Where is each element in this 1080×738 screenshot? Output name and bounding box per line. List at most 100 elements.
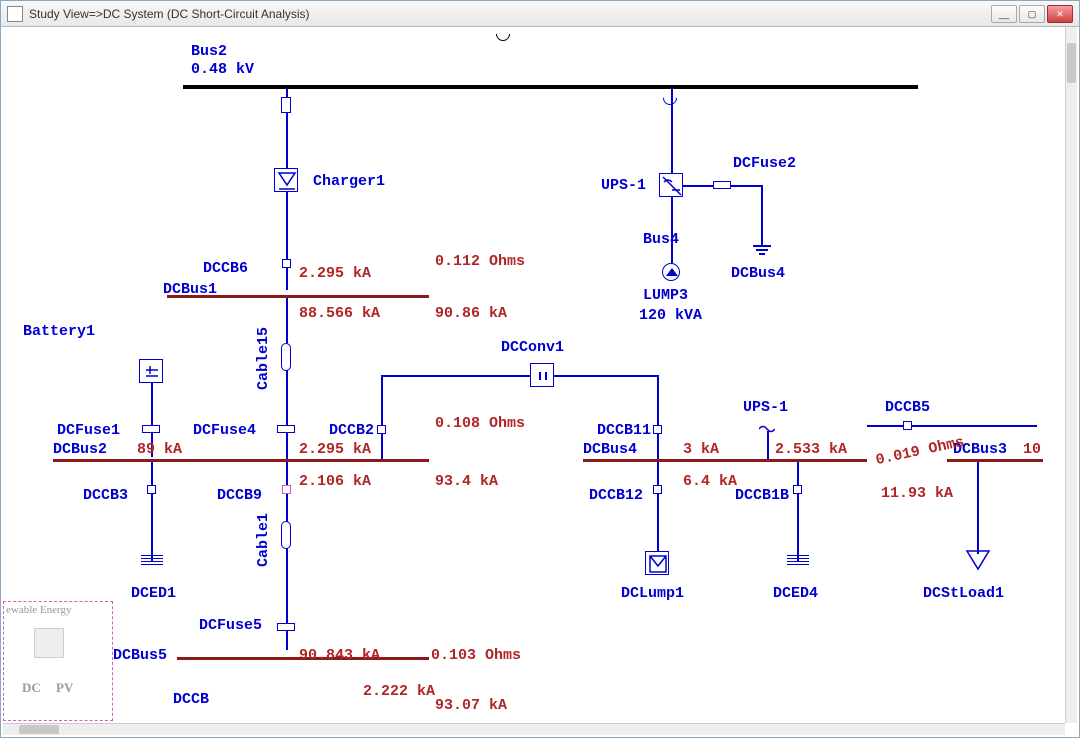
load-stack-icon[interactable] bbox=[787, 555, 809, 567]
wire bbox=[657, 462, 659, 562]
palette-panel-icon[interactable] bbox=[34, 628, 64, 658]
res-r10: 3 kA bbox=[683, 441, 719, 458]
dccb11-label: DCCB11 bbox=[597, 422, 651, 439]
window-title: Study View=>DC System (DC Short-Circuit … bbox=[29, 7, 310, 21]
fuse-icon[interactable] bbox=[713, 181, 731, 189]
dcconv-icon[interactable] bbox=[530, 363, 554, 387]
ups-icon[interactable] bbox=[659, 173, 683, 197]
res-r13: 0.019 Ohms bbox=[874, 434, 966, 469]
dced1-label: DCED1 bbox=[131, 585, 176, 602]
breaker-icon[interactable] bbox=[903, 421, 912, 430]
charger1-label: Charger1 bbox=[313, 173, 385, 190]
breaker-icon[interactable] bbox=[282, 259, 291, 268]
palette-pv[interactable]: PV bbox=[56, 680, 73, 696]
res-r4: 90.86 kA bbox=[435, 305, 507, 322]
minimize-button[interactable]: __ bbox=[991, 5, 1017, 23]
breaker-icon[interactable] bbox=[793, 485, 802, 494]
res-r15: 10 bbox=[1023, 441, 1041, 458]
dccb6-label: DCCB6 bbox=[203, 260, 248, 277]
ups-symbol-icon bbox=[660, 174, 684, 198]
palette-dc[interactable]: DC bbox=[22, 680, 41, 696]
dccb9-label: DCCB9 bbox=[217, 487, 262, 504]
dcstload1-label: DCStLoad1 bbox=[923, 585, 1004, 602]
rectifier-icon bbox=[275, 169, 299, 193]
fuse-icon[interactable] bbox=[277, 623, 295, 631]
wire bbox=[671, 89, 673, 173]
res-r1: 2.295 kA bbox=[299, 265, 371, 282]
sine-icon bbox=[759, 421, 775, 431]
dclump1-label: DCLump1 bbox=[621, 585, 684, 602]
res-r12: 6.4 kA bbox=[683, 473, 737, 490]
breaker-arc-icon bbox=[660, 88, 680, 108]
res-r11: 2.533 kA bbox=[775, 441, 847, 458]
breaker-icon[interactable] bbox=[653, 425, 662, 434]
wire bbox=[286, 192, 288, 290]
maximize-button[interactable]: ▢ bbox=[1019, 5, 1045, 23]
res-r3: 0.112 Ohms bbox=[435, 253, 525, 270]
res-r8: 0.108 Ohms bbox=[435, 415, 525, 432]
wire bbox=[797, 462, 799, 562]
battery1-label: Battery1 bbox=[23, 323, 95, 340]
load-stack-icon[interactable] bbox=[141, 555, 163, 567]
res-r16: 90.843 kA bbox=[299, 647, 380, 664]
dcbus5-label: DCBus5 bbox=[113, 647, 167, 664]
bus-dcbus2[interactable] bbox=[53, 459, 429, 462]
fuse-icon[interactable] bbox=[277, 425, 295, 433]
dcfuse5-label: DCFuse5 bbox=[199, 617, 262, 634]
res-r9: 93.4 kA bbox=[435, 473, 498, 490]
cable1-label: Cable1 bbox=[255, 513, 272, 567]
dcconv1-label: DCConv1 bbox=[501, 339, 564, 356]
dcfuse2-label: DCFuse2 bbox=[733, 155, 796, 172]
horizontal-scrollbar[interactable] bbox=[3, 723, 1065, 735]
scroll-thumb[interactable] bbox=[19, 725, 59, 734]
fuse-icon bbox=[281, 97, 291, 113]
component-palette[interactable]: ewable Energy DC PV bbox=[3, 601, 113, 721]
stload-icon[interactable] bbox=[965, 549, 991, 576]
breaker-icon[interactable] bbox=[377, 425, 386, 434]
titlebar[interactable]: Study View=>DC System (DC Short-Circuit … bbox=[1, 1, 1079, 27]
motor-icon[interactable] bbox=[662, 263, 680, 281]
vertical-scrollbar[interactable] bbox=[1065, 27, 1077, 723]
scroll-thumb[interactable] bbox=[1067, 43, 1076, 83]
bus2-label: Bus2 bbox=[191, 43, 227, 60]
breaker-icon[interactable] bbox=[653, 485, 662, 494]
diagram-canvas[interactable]: Bus2 0.48 kV Charger1 DCCB6 DCBus1 2.295… bbox=[3, 27, 1065, 723]
wire bbox=[671, 197, 673, 263]
dclump-icon[interactable] bbox=[645, 551, 669, 575]
ups1-label: UPS-1 bbox=[601, 177, 646, 194]
dcbus1-label: DCBus1 bbox=[163, 281, 217, 298]
dcbus4-top-label: DCBus4 bbox=[731, 265, 785, 282]
cable-icon[interactable] bbox=[281, 343, 291, 371]
wire bbox=[761, 185, 763, 245]
wire bbox=[767, 431, 769, 459]
lump-symbol-icon bbox=[646, 552, 670, 576]
lump3-rating: 120 kVA bbox=[639, 307, 702, 324]
fuse-icon[interactable] bbox=[142, 425, 160, 433]
bus4-label: Bus4 bbox=[643, 231, 679, 248]
bus-dcbus3[interactable] bbox=[947, 459, 1043, 462]
wire bbox=[381, 375, 383, 407]
wire bbox=[657, 375, 659, 459]
wire bbox=[867, 425, 1037, 427]
res-r19: 93.07 kA bbox=[435, 697, 507, 714]
close-button[interactable]: ✕ bbox=[1047, 5, 1073, 23]
breaker-icon[interactable] bbox=[147, 485, 156, 494]
breaker-icon[interactable] bbox=[282, 485, 291, 494]
ups1b-label: UPS-1 bbox=[743, 399, 788, 416]
dcbus4-label: DCBus4 bbox=[583, 441, 637, 458]
cable15-label: Cable15 bbox=[255, 327, 272, 390]
bus-bus2[interactable] bbox=[183, 85, 918, 89]
res-r14: 11.93 kA bbox=[881, 485, 953, 502]
cable-icon[interactable] bbox=[281, 521, 291, 549]
res-r18: 2.222 kA bbox=[363, 683, 435, 700]
dccb12-label: DCCB12 bbox=[589, 487, 643, 504]
palette-title: ewable Energy bbox=[6, 604, 71, 616]
battery-symbol-icon bbox=[140, 360, 164, 384]
wire bbox=[381, 375, 657, 377]
res-r6: 2.295 kA bbox=[299, 441, 371, 458]
ground-icon bbox=[753, 245, 771, 255]
bus-dcbus4[interactable] bbox=[583, 459, 867, 462]
battery-icon[interactable] bbox=[139, 359, 163, 383]
charger-icon[interactable] bbox=[274, 168, 298, 192]
app-window: Study View=>DC System (DC Short-Circuit … bbox=[0, 0, 1080, 738]
